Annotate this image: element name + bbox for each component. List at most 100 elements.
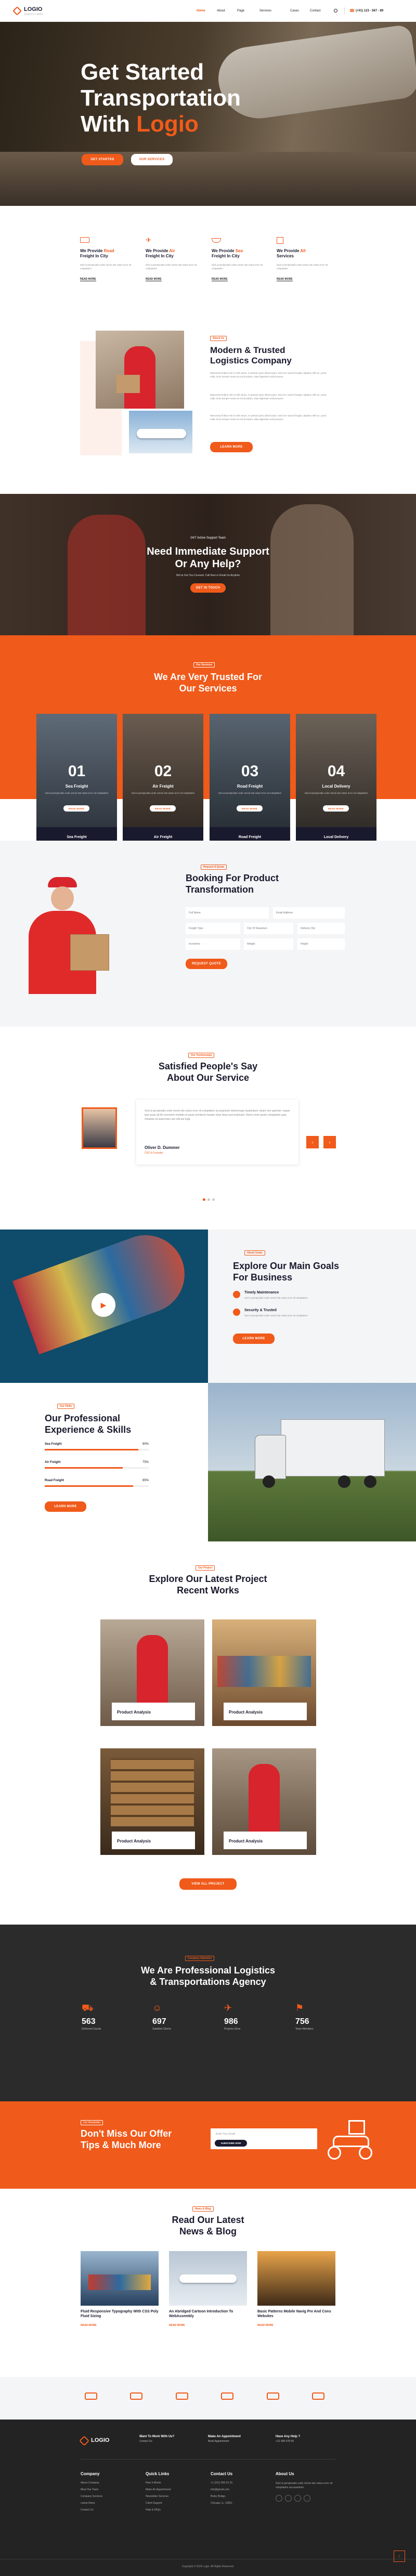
booking-field-departure[interactable]: City Of Departure — [244, 923, 293, 934]
footer-contact-item[interactable]: +1 (311) 555-01 01 — [211, 2481, 268, 2485]
footer-link[interactable]: Contact Us — [81, 2508, 138, 2512]
about-learn-more-button[interactable]: LEARN MORE — [210, 442, 253, 452]
partner-logo-icon — [176, 2392, 188, 2400]
twitter-icon[interactable] — [285, 2495, 292, 2502]
subscribe-button[interactable]: SUBSCRIBE NOW — [215, 2140, 247, 2147]
feature-read-more[interactable]: READ MORE — [277, 278, 293, 281]
feature-card-sea[interactable]: We Provide Sea Freight In City Sed ut per… — [212, 237, 271, 305]
blog-post-title[interactable]: An Abridged Cartoon Introduction To WebA… — [169, 2309, 247, 2319]
service-card-sea[interactable]: 01 Sea Freight Sed ut perspiciatis unde … — [36, 714, 117, 841]
service-card-local[interactable]: 04 Local Delivery Sed ut perspiciatis un… — [296, 714, 376, 841]
service-card-air[interactable]: 02 Air Freight Sed ut perspiciatis unde … — [123, 714, 203, 841]
hero: Get Started Transportation With Logio GE… — [0, 22, 416, 206]
footer-link[interactable]: Make An Appointment — [146, 2488, 203, 2491]
support-get-in-touch-button[interactable]: GET IN TOUCH — [190, 583, 226, 593]
booking-field-incoterms[interactable]: Incoterms — [186, 938, 240, 950]
carousel-dot[interactable] — [207, 1198, 210, 1201]
blog-post-title[interactable]: Basic Patterns Mobile Navig Pre And Cons… — [257, 2309, 335, 2319]
footer-cta-3[interactable]: Have Any Help ? +12 345 678 90 — [276, 2435, 333, 2451]
view-all-project-button[interactable]: VIEW ALL PROJECT — [179, 1878, 237, 1890]
blog-card[interactable]: An Abridged Cartoon Introduction To WebA… — [169, 2251, 247, 2334]
footer-link[interactable]: Client Support — [146, 2502, 203, 2505]
booking-field-name[interactable]: Full Name — [186, 907, 269, 919]
booking-field-height[interactable]: Height — [297, 938, 345, 950]
footer-col-quick: Quick Links How It Works Make An Appoint… — [146, 2472, 203, 2515]
service-card-road[interactable]: 03 Road Freight Sed ut perspiciatis unde… — [210, 714, 290, 841]
service-read-more[interactable]: READ MORE — [237, 805, 263, 812]
scroll-to-top-button[interactable]: ↑ — [394, 2551, 405, 2562]
project-card[interactable]: Product Analysis — [100, 1748, 204, 1855]
ship-hull — [12, 1230, 196, 1355]
footer-cta-1[interactable]: Want To Work With Us? Contact Us — [139, 2435, 197, 2451]
brand-name[interactable]: LOGIO — [24, 6, 42, 12]
services-title-line2: Our Services — [179, 683, 237, 694]
users-icon: ☺ — [152, 2003, 162, 2013]
instagram-icon[interactable] — [304, 2495, 310, 2502]
feature-card-all[interactable]: We Provide All Services Sed ut perspiciat… — [277, 237, 336, 305]
carousel-dot[interactable] — [203, 1198, 205, 1201]
service-read-more[interactable]: READ MORE — [150, 805, 176, 812]
service-name: Road Freight — [237, 784, 263, 789]
booking-request-quote-button[interactable]: REQUEST QUOTE — [186, 959, 227, 969]
facebook-icon[interactable] — [276, 2495, 282, 2502]
nav-cases[interactable]: Cases — [290, 9, 299, 12]
skills-learn-more-button[interactable]: LEARN MORE — [45, 1501, 86, 1512]
booking-field-email[interactable]: Email Address — [273, 907, 345, 919]
blog-read-more[interactable]: READ MORE — [169, 2324, 185, 2327]
feature-title: We Provide Sea Freight In City — [212, 249, 269, 259]
footer-link[interactable]: About Company — [81, 2481, 138, 2485]
booking-field-delivery[interactable]: Delivery City — [297, 923, 345, 934]
booking-field-weight[interactable]: Weight — [244, 938, 293, 950]
blog-card[interactable]: Fluid Responsive Typography With CSS Pol… — [81, 2251, 159, 2334]
blog-read-more[interactable]: READ MORE — [257, 2324, 274, 2327]
footer-contact-item[interactable]: info@gmail.com — [211, 2488, 268, 2491]
play-button[interactable]: ▶ — [92, 1293, 115, 1317]
feature-card-air[interactable]: ✈ We Provide Air Freight In City Sed ut p… — [146, 236, 205, 305]
footer-brand[interactable]: LOGIO — [91, 2437, 109, 2443]
project-card[interactable]: Product Analysis — [212, 1619, 316, 1726]
service-read-more[interactable]: READ MORE — [63, 805, 89, 812]
stat-item: ⛟ 563 Delivered Goods — [82, 2003, 134, 2034]
project-card[interactable]: Product Analysis — [100, 1619, 204, 1726]
nav-page[interactable]: Page — [237, 9, 244, 12]
search-icon[interactable] — [334, 9, 337, 12]
logo-icon[interactable] — [12, 6, 22, 16]
linkedin-icon[interactable] — [294, 2495, 301, 2502]
feature-card-road[interactable]: We Provide Road Freight In City Sed ut pe… — [80, 237, 140, 305]
blog-read-more[interactable]: READ MORE — [81, 2324, 97, 2327]
footer-link[interactable]: Company Services — [81, 2495, 138, 2498]
nav-services[interactable]: Services — [259, 9, 271, 12]
prev-arrow-button[interactable]: ‹ — [306, 1136, 319, 1148]
project-card[interactable]: Product Analysis — [212, 1748, 316, 1855]
feature-read-more[interactable]: READ MORE — [146, 278, 162, 281]
header-phone[interactable]: (+01) 123 - 567 - 89 — [356, 9, 383, 12]
footer-logo-icon[interactable] — [79, 2436, 89, 2446]
blog-title-line2: News & Blog — [179, 2226, 237, 2237]
footer-link[interactable]: Latest News — [81, 2502, 138, 2505]
blog-post-title[interactable]: Fluid Responsive Typography With CSS Pol… — [81, 2309, 159, 2319]
carousel-dot[interactable] — [212, 1198, 215, 1201]
footer-link[interactable]: Help & FAQs — [146, 2508, 203, 2512]
next-arrow-button[interactable]: › — [323, 1136, 336, 1148]
footer-link[interactable]: How It Works — [146, 2481, 203, 2485]
booking-field-freight-type[interactable]: Freight Type — [186, 923, 240, 934]
feature-read-more[interactable]: READ MORE — [80, 278, 96, 281]
service-read-more[interactable]: READ MORE — [323, 805, 349, 812]
feature-title: We Provide Road Freight In City — [80, 249, 137, 259]
footer-col-title: Quick Links — [146, 2472, 170, 2476]
blog-card[interactable]: Basic Patterns Mobile Navig Pre And Cons… — [257, 2251, 335, 2334]
about-text-2: Maecenas finibus nisl ut velit varius, i… — [210, 394, 327, 400]
nav-about[interactable]: About — [217, 9, 225, 12]
about-image-courier — [96, 331, 184, 409]
feature-read-more[interactable]: READ MORE — [212, 278, 228, 281]
footer-link[interactable]: Newsletter Services — [146, 2495, 203, 2498]
truck-cab — [255, 1435, 286, 1479]
nav-home[interactable]: Home — [197, 9, 205, 12]
hero-services-button[interactable]: OUR SERVICES — [131, 154, 173, 165]
goals-learn-more-button[interactable]: LEARN MORE — [233, 1333, 275, 1344]
blog-image — [81, 2251, 159, 2306]
nav-contact[interactable]: Contact — [310, 9, 321, 12]
hero-get-started-button[interactable]: GET STARTED — [82, 154, 123, 165]
footer-cta-2[interactable]: Make An Appointment Book Appointment — [208, 2435, 265, 2451]
footer-link[interactable]: Meet Our Team — [81, 2488, 138, 2491]
